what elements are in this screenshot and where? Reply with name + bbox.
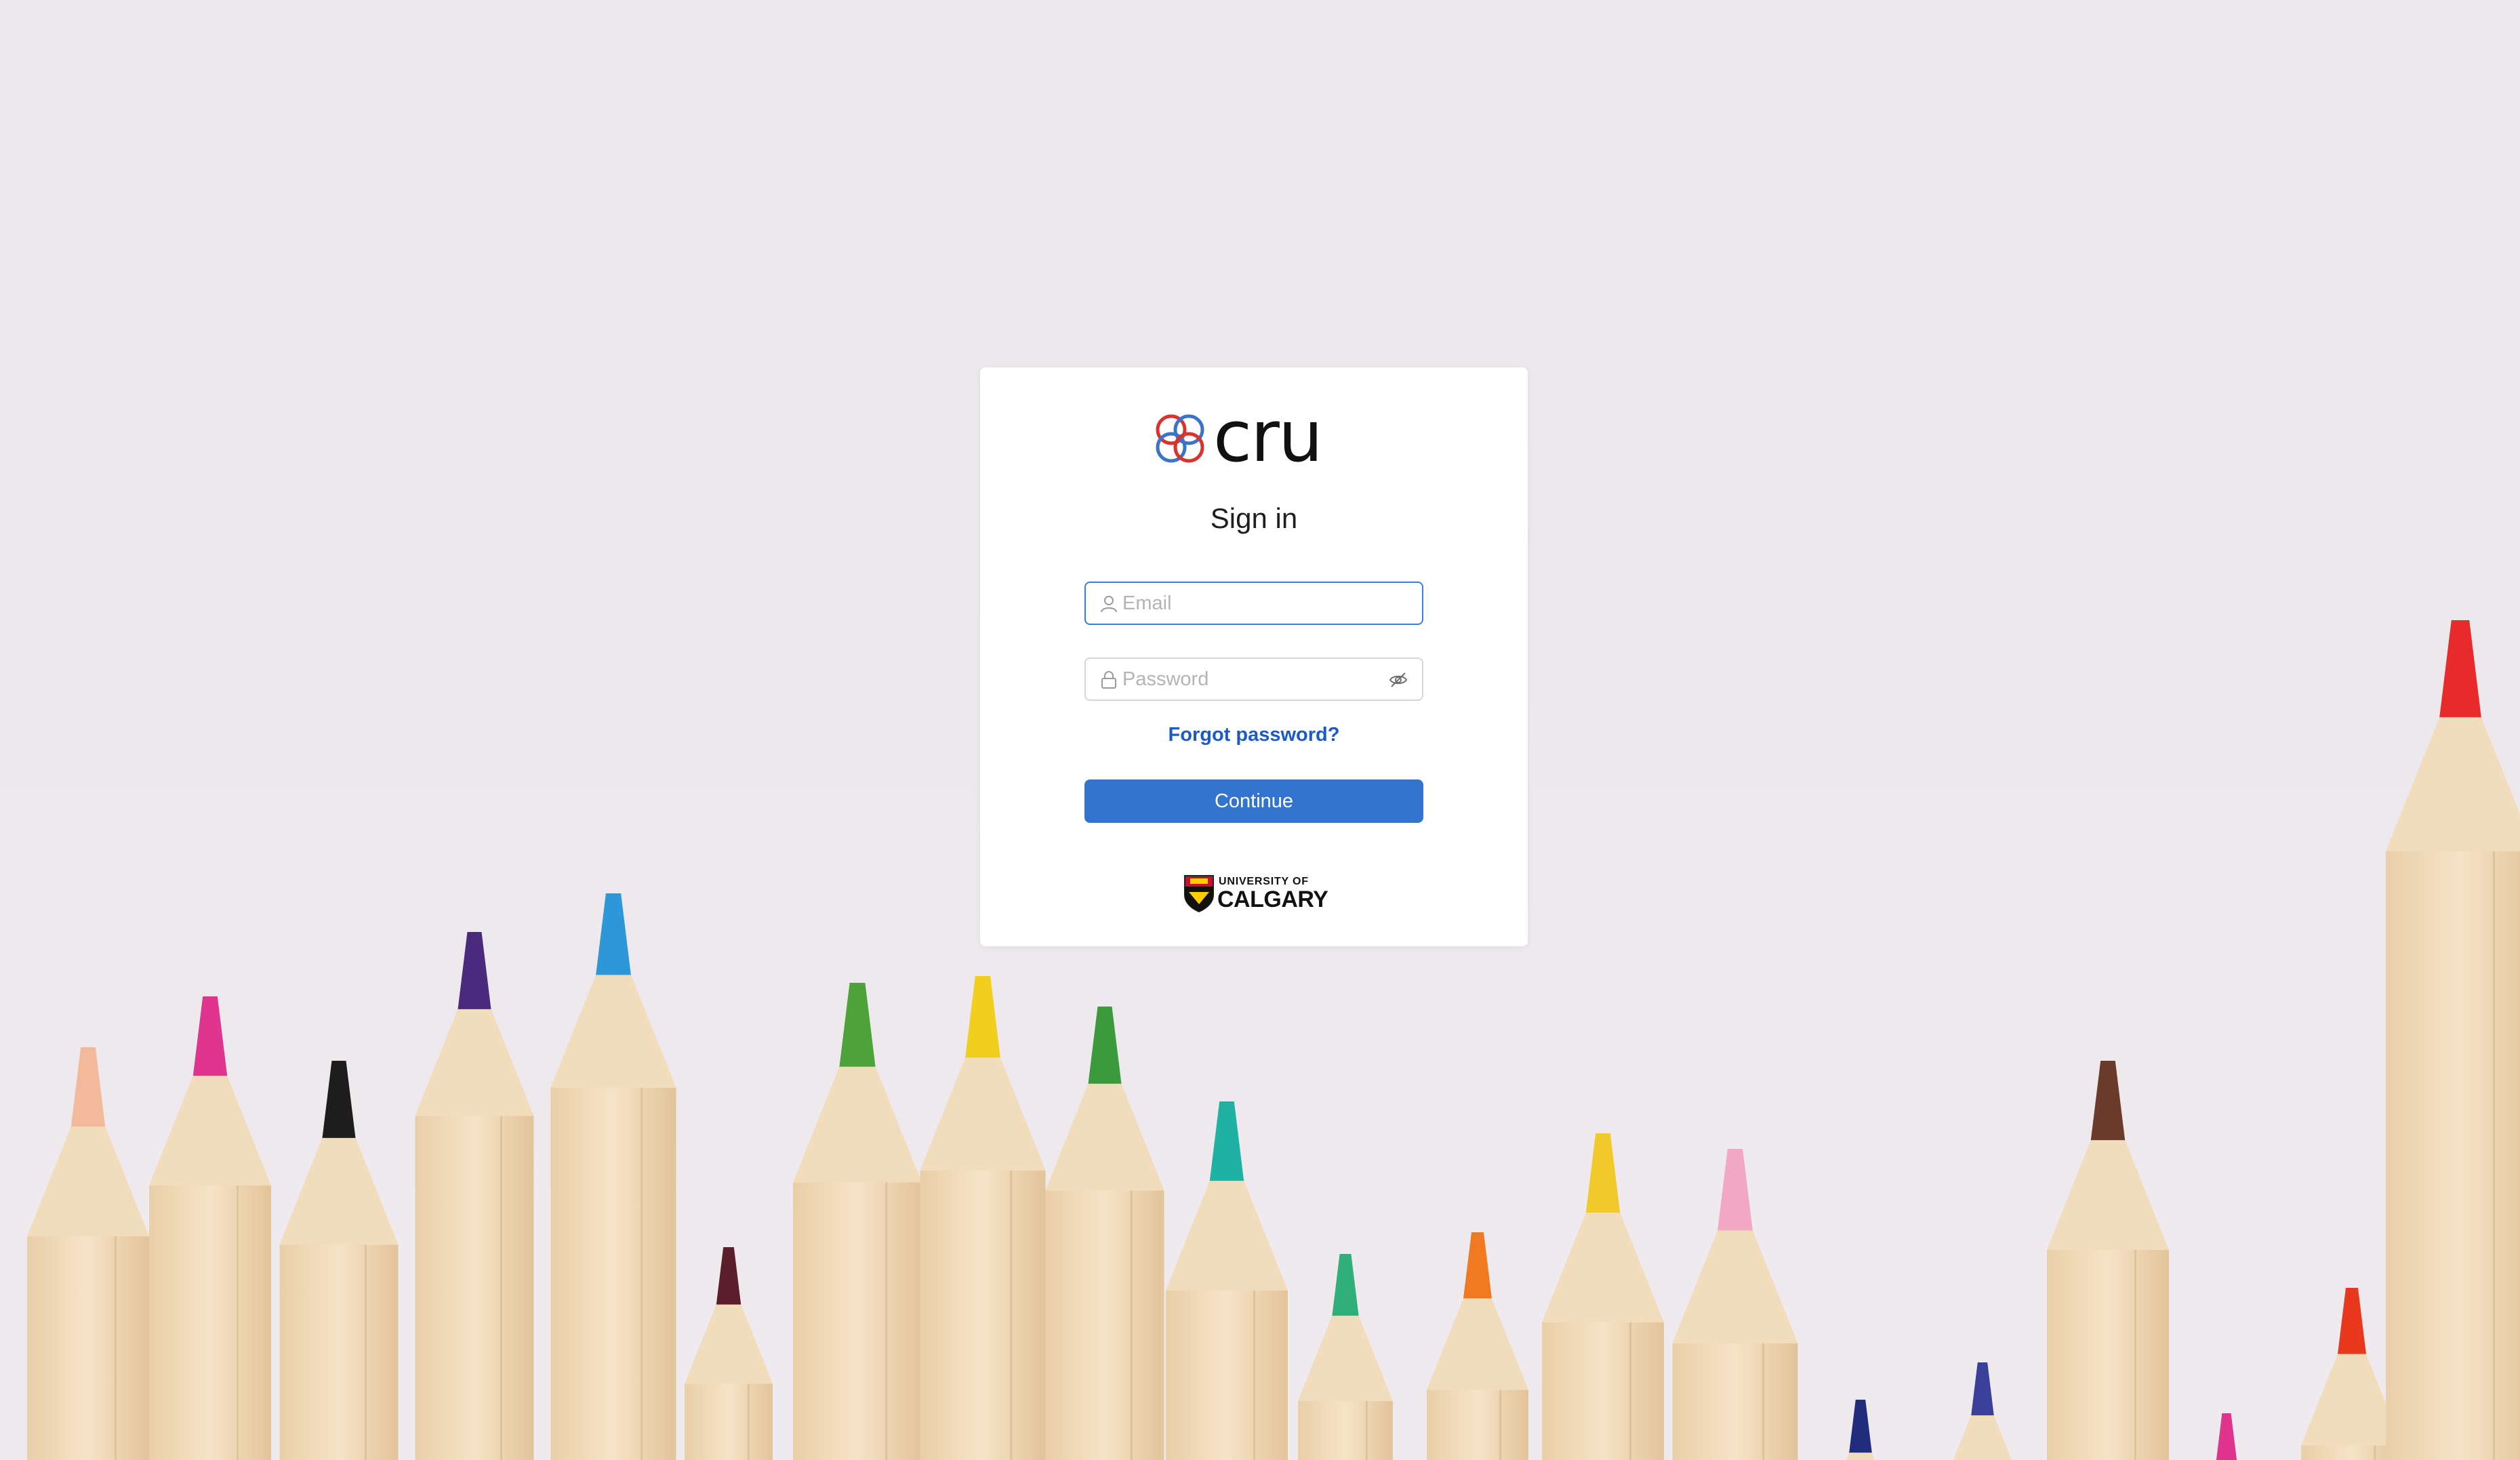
eye-slash-icon[interactable] (1388, 670, 1408, 690)
email-field[interactable] (1084, 582, 1423, 625)
university-of-calgary-logo: UNIVERSITY OF CALGARY (1183, 873, 1328, 915)
continue-button[interactable]: Continue (1084, 779, 1423, 823)
lock-icon (1101, 671, 1116, 689)
svg-text:cru: cru (1213, 405, 1322, 473)
user-icon (1101, 596, 1117, 613)
page-title: Sign in (1210, 502, 1298, 534)
cru-knot-icon: cru (1156, 405, 1323, 473)
forgot-password-link[interactable]: Forgot password? (980, 724, 1528, 746)
password-input[interactable] (1122, 659, 1380, 699)
university-line2: CALGARY (1217, 887, 1328, 912)
signin-card: cru Sign in Forgot password? Continue (980, 367, 1528, 946)
cru-logo: cru (1151, 405, 1354, 473)
email-input[interactable] (1122, 583, 1380, 624)
university-shield-icon (1184, 875, 1214, 912)
password-field[interactable] (1084, 657, 1423, 701)
